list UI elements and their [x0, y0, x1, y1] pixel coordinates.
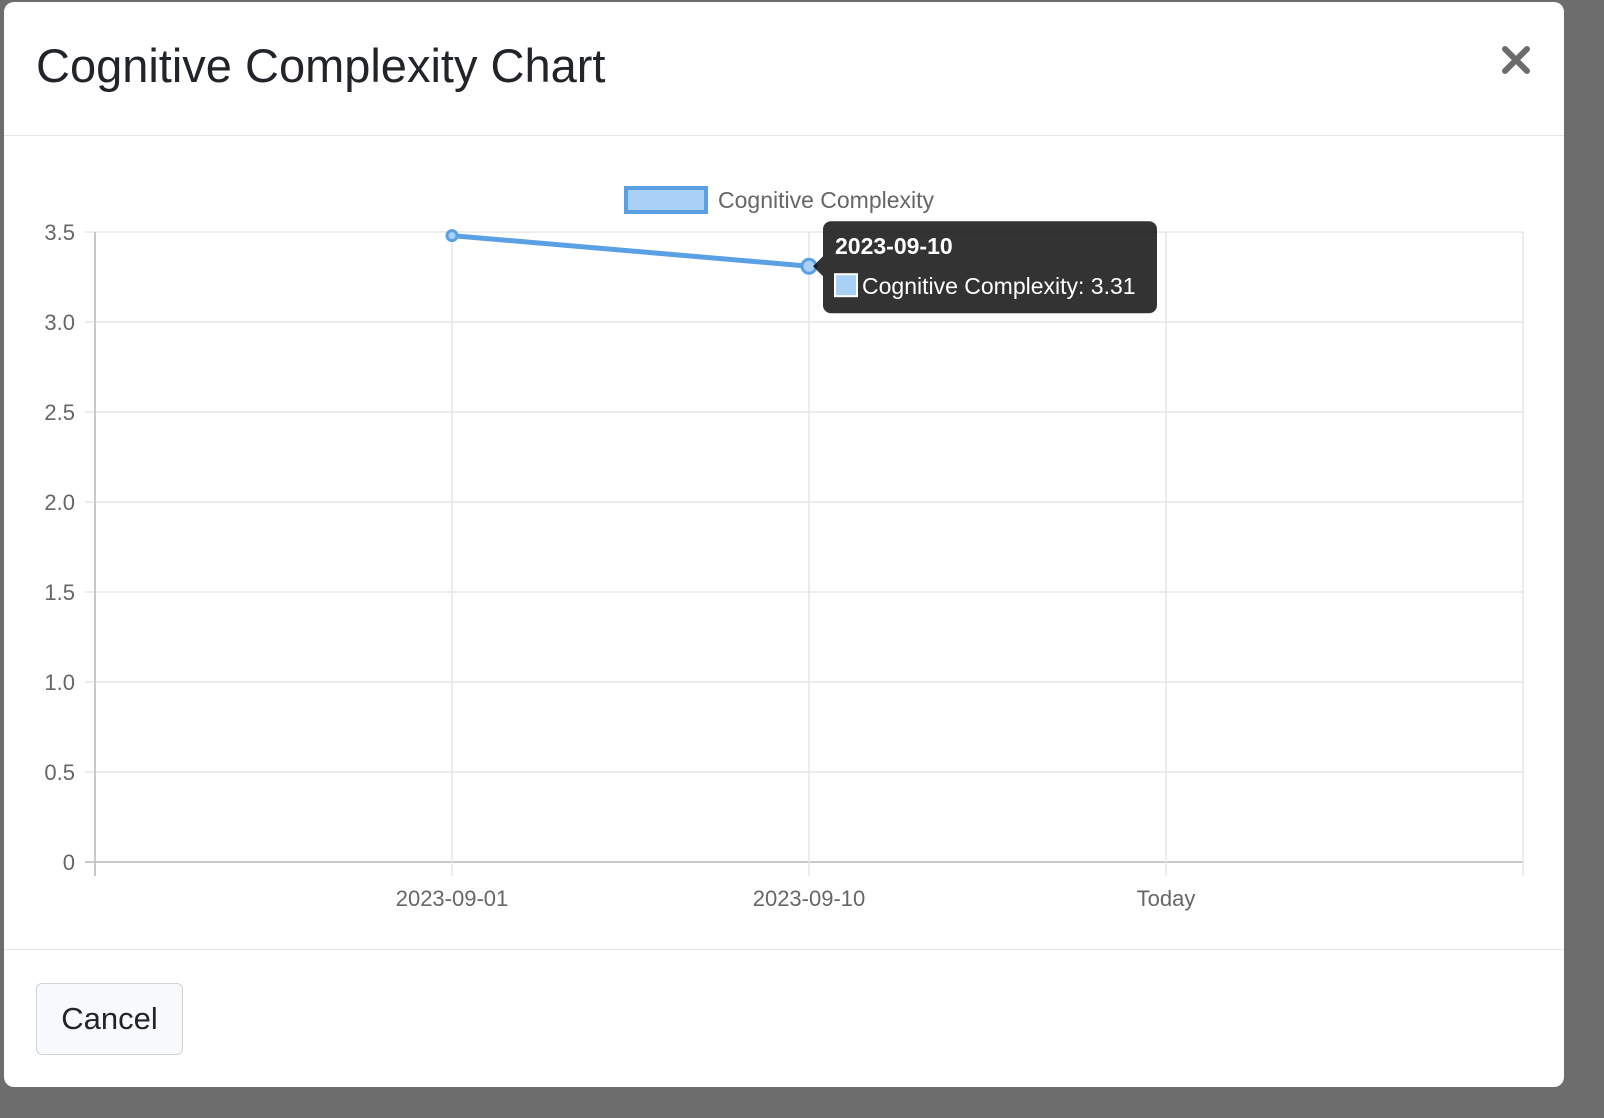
x-tick-label: 2023-09-01	[396, 886, 509, 911]
line-chart: 0 0.5 1.0 1.5 2.0 2.5 3.0 3.5 2023-09-01 2023-09-…	[44, 186, 1524, 911]
y-tick-label: 1.5	[44, 580, 75, 605]
tooltip-title: 2023-09-10	[835, 233, 953, 259]
y-tick-label: 1.0	[44, 670, 75, 695]
close-icon	[1502, 46, 1530, 74]
tooltip-swatch	[834, 273, 858, 298]
modal-title: Cognitive Complexity Chart	[36, 39, 606, 92]
tooltip-label: Cognitive Complexity: 3.31	[862, 273, 1136, 299]
legend-swatch	[624, 186, 708, 214]
close-button[interactable]	[1496, 40, 1536, 80]
series-line	[451, 233, 810, 269]
cancel-button[interactable]: Cancel	[36, 983, 183, 1055]
tooltip-caret	[813, 256, 823, 277]
data-point[interactable]	[445, 229, 459, 243]
y-tick-label: 3.5	[44, 220, 75, 245]
modal-header: Cognitive Complexity Chart	[4, 2, 1564, 136]
y-tick-label: 2.0	[44, 490, 75, 515]
y-tick-label: 3.0	[44, 310, 75, 335]
y-tick-label: 0	[63, 850, 75, 875]
legend-label: Cognitive Complexity	[718, 187, 935, 213]
x-tick-label: 2023-09-10	[753, 886, 866, 911]
chart-modal: Cognitive Complexity Chart 0 0.5 1.0 1.5 2.0…	[4, 2, 1564, 1087]
y-tick-label: 0.5	[44, 760, 75, 785]
y-tick-label: 2.5	[44, 400, 75, 425]
x-tick-label: Today	[1137, 886, 1196, 911]
modal-footer: Cancel	[4, 950, 1564, 1087]
modal-body: 0 0.5 1.0 1.5 2.0 2.5 3.0 3.5 2023-09-01 2023-09-…	[4, 136, 1564, 950]
